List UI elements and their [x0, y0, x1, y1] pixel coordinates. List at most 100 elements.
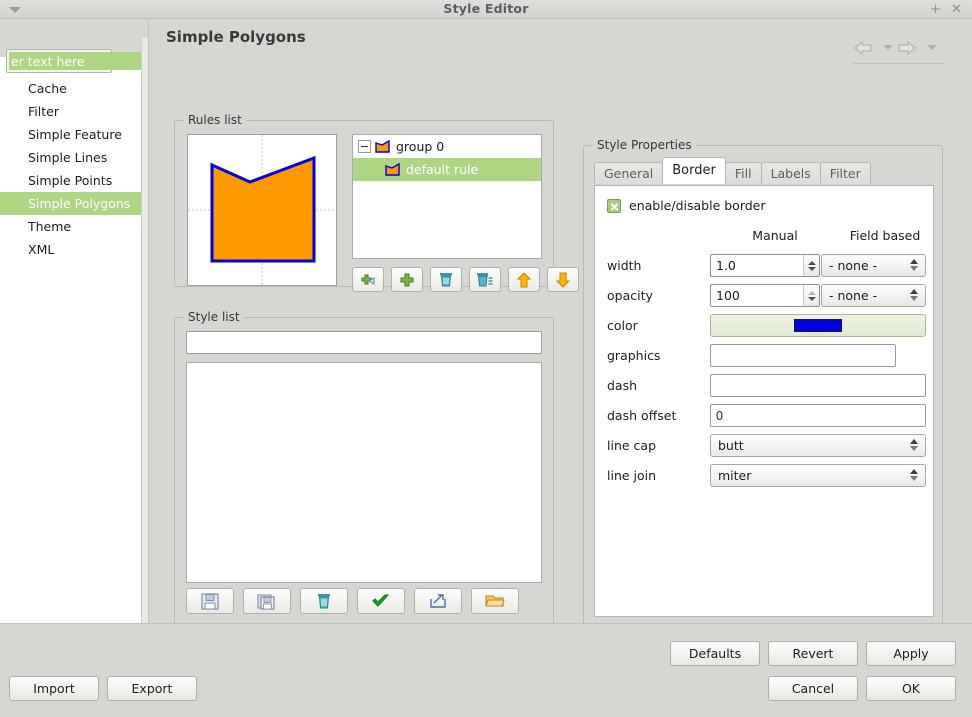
tab-fill[interactable]: Fill: [724, 162, 762, 184]
sidebar-item-theme[interactable]: Theme: [0, 215, 141, 238]
tree-row[interactable]: default rule: [353, 158, 541, 181]
width-spinner[interactable]: 1.0: [710, 254, 820, 277]
stepper-icon[interactable]: [910, 289, 918, 301]
arrow-right-icon: [897, 40, 919, 56]
line-join-value: miter: [718, 468, 752, 483]
move-up-button[interactable]: [508, 267, 540, 292]
line-join-wrapper: miter: [710, 464, 926, 487]
delete-rule-button[interactable]: [430, 267, 462, 292]
main-content: Simple Polygons Rules list group 0 defau…: [148, 19, 972, 627]
opacity-value[interactable]: 100: [711, 285, 803, 306]
search-combo[interactable]: [6, 49, 178, 73]
move-down-button[interactable]: [547, 267, 579, 292]
style-name-input[interactable]: [186, 331, 542, 354]
polygon-icon: [375, 139, 390, 153]
stepper-icon[interactable]: [803, 285, 819, 306]
stepper-icon[interactable]: [803, 255, 819, 276]
tab-general[interactable]: General: [594, 162, 664, 184]
add-rule-button[interactable]: [352, 267, 384, 292]
sidebar-item-simple-feature[interactable]: Simple Feature: [0, 123, 141, 146]
graphics-wrapper: ...: [710, 344, 926, 367]
sidebar-item-list[interactable]: Cache Filter Simple Feature Simple Lines…: [0, 77, 141, 623]
forward-button[interactable]: [897, 39, 937, 59]
stepper-icon[interactable]: [910, 469, 918, 481]
dash-offset-input[interactable]: [710, 404, 926, 427]
sidebar-item-label: Filter: [28, 104, 59, 119]
row-color: color: [595, 314, 935, 339]
caret-down-icon[interactable]: [8, 5, 22, 15]
delete-style-button[interactable]: [300, 588, 348, 614]
window-titlebar: Style Editor + ✕: [0, 0, 972, 19]
delete-all-button[interactable]: [469, 267, 501, 292]
dash-offset-wrapper: [710, 404, 926, 427]
label-opacity: opacity: [607, 288, 653, 303]
row-line-join: line join miter: [595, 464, 935, 489]
ok-button[interactable]: OK: [866, 676, 956, 701]
sidebar-item-cache[interactable]: Cache: [0, 77, 141, 100]
maximize-icon[interactable]: +: [929, 3, 942, 16]
sidebar-item-xml[interactable]: XML: [0, 238, 141, 261]
page-title: Simple Polygons: [166, 28, 306, 46]
sidebar-item-simple-lines[interactable]: Simple Lines: [0, 146, 141, 169]
stepper-icon[interactable]: [910, 439, 918, 451]
back-button[interactable]: [853, 39, 893, 59]
checkbox-icon[interactable]: [607, 198, 621, 213]
sidebar-splitter[interactable]: [141, 38, 148, 642]
line-join-select[interactable]: miter: [710, 464, 926, 487]
caret-down-icon[interactable]: [927, 45, 937, 50]
style-list-box[interactable]: [186, 362, 542, 583]
add-group-button[interactable]: [391, 267, 423, 292]
sidebar-item-label: Simple Lines: [28, 150, 108, 165]
revert-button[interactable]: Revert: [768, 641, 858, 666]
style-list-title: Style list: [184, 310, 244, 324]
sidebar-item-simple-polygons[interactable]: Simple Polygons: [0, 192, 141, 215]
stepper-icon[interactable]: [910, 259, 918, 271]
arrow-left-icon: [853, 40, 875, 56]
label-line-join: line join: [607, 468, 657, 483]
label-dash: dash: [607, 378, 638, 393]
save-as-style-button[interactable]: [243, 588, 291, 614]
opacity-field-wrapper: - none -: [821, 284, 926, 307]
caret-down-icon[interactable]: [883, 45, 893, 50]
graphics-input[interactable]: [710, 344, 896, 367]
validate-style-button[interactable]: [357, 588, 405, 614]
cancel-button[interactable]: Cancel: [768, 676, 858, 701]
export-style-button[interactable]: [414, 588, 462, 614]
opacity-spinner[interactable]: 100: [710, 284, 820, 307]
width-field-select[interactable]: - none -: [821, 254, 926, 277]
tree-row-label: group 0: [396, 139, 445, 154]
dash-wrapper: [710, 374, 926, 397]
close-icon[interactable]: ✕: [950, 3, 963, 16]
collapse-toggle-icon[interactable]: [358, 140, 371, 153]
open-style-button[interactable]: [471, 588, 519, 614]
save-style-button[interactable]: [186, 588, 234, 614]
width-field-wrapper: - none -: [821, 254, 926, 277]
opacity-manual-wrapper: 100: [710, 284, 820, 307]
enable-border-row[interactable]: enable/disable border: [607, 198, 766, 213]
sidebar-item-filter[interactable]: Filter: [0, 100, 141, 123]
column-header-manual: Manual: [752, 228, 798, 243]
width-value[interactable]: 1.0: [711, 255, 803, 276]
style-list-group: Style list: [174, 310, 554, 627]
row-line-cap: line cap butt: [595, 434, 935, 459]
style-properties-title: Style Properties: [593, 138, 696, 152]
line-cap-value: butt: [718, 438, 744, 453]
row-dash-offset: dash offset: [595, 404, 935, 429]
tab-labels[interactable]: Labels: [760, 162, 821, 184]
sidebar-item-label: Theme: [28, 219, 72, 234]
opacity-field-select[interactable]: - none -: [821, 284, 926, 307]
export-button[interactable]: Export: [107, 676, 197, 701]
rule-preview-canvas: [187, 134, 337, 286]
color-picker-button[interactable]: [710, 314, 926, 337]
style-list-toolbar: [186, 588, 519, 614]
tree-row[interactable]: group 0: [353, 135, 541, 158]
tab-filter[interactable]: Filter: [819, 162, 871, 184]
tab-border[interactable]: Border: [662, 157, 726, 184]
dash-input[interactable]: [710, 374, 926, 397]
import-button[interactable]: Import: [9, 676, 99, 701]
defaults-button[interactable]: Defaults: [670, 641, 760, 666]
rules-tree[interactable]: group 0 default rule: [352, 134, 542, 259]
apply-button[interactable]: Apply: [866, 641, 956, 666]
line-cap-select[interactable]: butt: [710, 434, 926, 457]
sidebar-item-simple-points[interactable]: Simple Points: [0, 169, 141, 192]
